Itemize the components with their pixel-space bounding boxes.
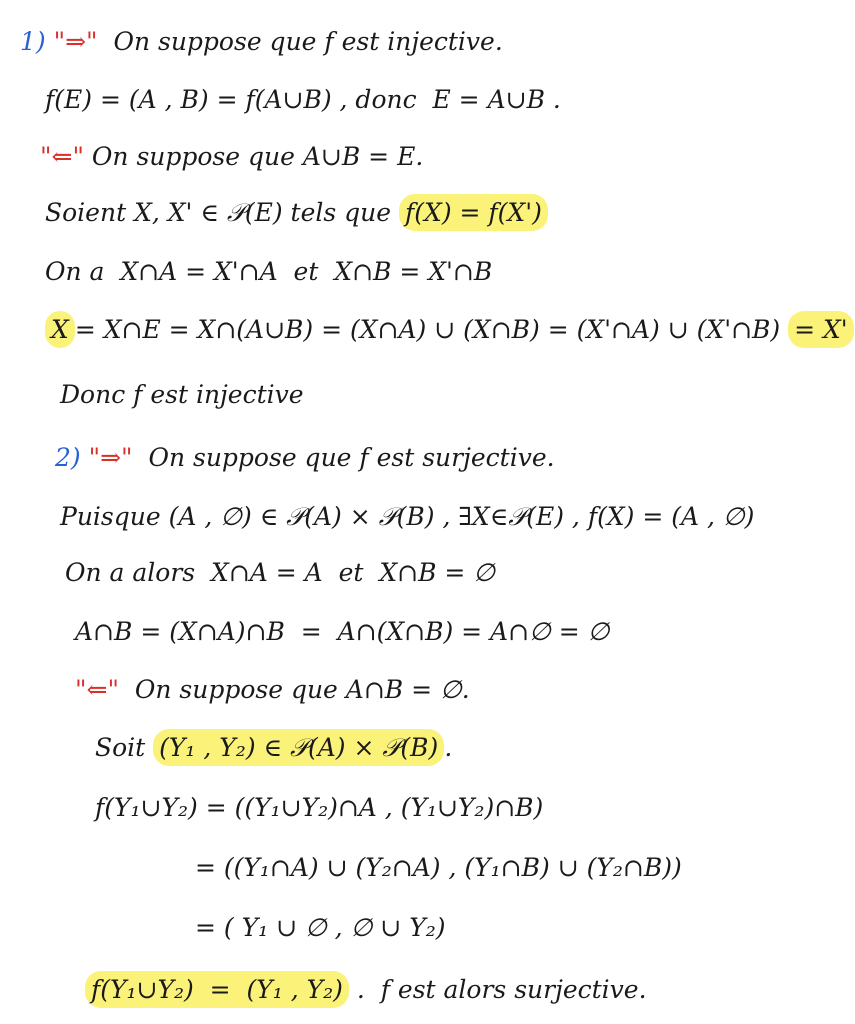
text-segment: On suppose que f est injective. [97, 27, 503, 56]
note-line: A∩B = (X∩A)∩B = A∩(X∩B) = A∩∅ = ∅ [75, 615, 609, 649]
highlighted-text: X [45, 311, 75, 348]
note-line: = ((Y₁∩A) ∪ (Y₂∩A) , (Y₁∩B) ∪ (Y₂∩B)) [195, 851, 682, 885]
text-segment: On a alors X∩A = A et X∩B = ∅ [65, 558, 496, 587]
highlighted-text: (Y₁ , Y₂) ∈ 𝒫(A) × 𝒫(B) [153, 729, 445, 766]
note-line: Puisque (A , ∅) ∈ 𝒫(A) × 𝒫(B) , ∃X∈𝒫(E) … [60, 500, 754, 534]
note-line: = ( Y₁ ∪ ∅ , ∅ ∪ Y₂) [195, 911, 445, 945]
text-segment: 2) [55, 443, 89, 472]
text-segment: Puisque (A , ∅) ∈ 𝒫(A) × 𝒫(B) , ∃X∈𝒫(E) … [60, 502, 755, 531]
text-segment: . f est alors surjective. [348, 975, 647, 1004]
text-segment: . [444, 733, 453, 762]
note-line: Soit (Y₁ , Y₂) ∈ 𝒫(A) × 𝒫(B). [95, 729, 453, 766]
note-line: "⇐" On suppose que A∩B = ∅. [75, 673, 470, 707]
text-segment: = X∩E = X∩(A∪B) = (X∩A) ∪ (X∩B) = (X'∩A)… [74, 315, 789, 344]
note-line: f(Y₁∪Y₂) = (Y₁ , Y₂) . f est alors surje… [85, 971, 647, 1008]
text-segment: On suppose que A∩B = ∅. [118, 675, 470, 704]
text-segment: "⇒" [88, 443, 133, 472]
highlighted-text: f(Y₁∪Y₂) = (Y₁ , Y₂) [85, 971, 349, 1008]
text-segment: 1) [20, 27, 54, 56]
note-line: On a alors X∩A = A et X∩B = ∅ [65, 556, 495, 590]
note-line: "⇐" On suppose que A∪B = E. [40, 140, 423, 174]
text-segment: = ( Y₁ ∪ ∅ , ∅ ∪ Y₂) [195, 913, 446, 942]
text-segment: f(E) = (A , B) = f(A∪B) , donc E = A∪B . [45, 85, 561, 114]
text-segment: Soient X, X' ∈ 𝒫(E) tels que [45, 198, 400, 227]
text-segment: f(Y₁∪Y₂) = ((Y₁∪Y₂)∩A , (Y₁∪Y₂)∩B) [95, 793, 544, 822]
text-segment: Donc f est injective [60, 380, 304, 409]
text-segment: Soit [95, 733, 154, 762]
text-segment: = ((Y₁∩A) ∪ (Y₂∩A) , (Y₁∩B) ∪ (Y₂∩B)) [195, 853, 682, 882]
text-segment: On suppose que A∪B = E. [83, 142, 424, 171]
text-segment: "⇒" [53, 27, 98, 56]
note-line: f(E) = (A , B) = f(A∪B) , donc E = A∪B . [45, 83, 561, 117]
note-line: On a X∩A = X'∩A et X∩B = X'∩B [45, 255, 492, 289]
note-line: X = X∩E = X∩(A∪B) = (X∩A) ∪ (X∩B) = (X'∩A… [45, 311, 854, 348]
highlighted-text: = X' [788, 311, 854, 348]
note-line: 2) "⇒" On suppose que f est surjective. [55, 441, 555, 475]
text-segment: On suppose que f est surjective. [132, 443, 555, 472]
text-segment: "⇐" [40, 142, 84, 171]
text-segment: "⇐" [75, 675, 119, 704]
note-line: f(Y₁∪Y₂) = ((Y₁∪Y₂)∩A , (Y₁∪Y₂)∩B) [95, 791, 543, 825]
highlighted-text: f(X) = f(X') [399, 194, 548, 231]
text-segment: A∩B = (X∩A)∩B = A∩(X∩B) = A∩∅ = ∅ [75, 617, 610, 646]
note-line: Soient X, X' ∈ 𝒫(E) tels que f(X) = f(X'… [45, 194, 548, 231]
note-line: Donc f est injective [60, 378, 304, 412]
note-line: 1) "⇒" On suppose que f est injective. [20, 25, 503, 59]
text-segment: On a X∩A = X'∩A et X∩B = X'∩B [45, 257, 493, 286]
